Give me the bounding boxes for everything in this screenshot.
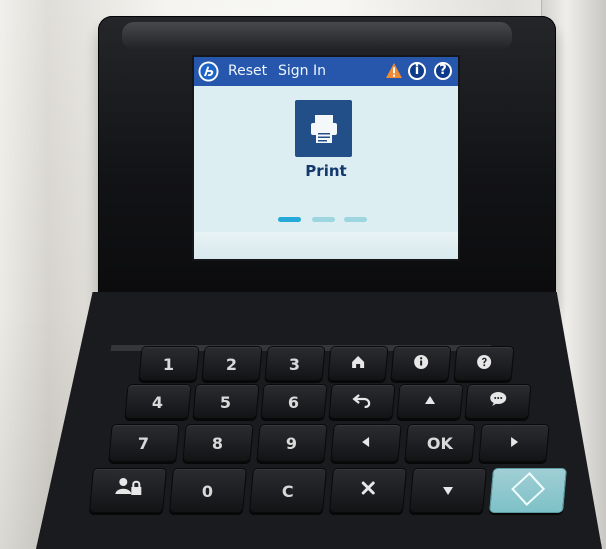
- clear-key[interactable]: C: [249, 468, 327, 513]
- key-1[interactable]: 1: [138, 346, 200, 381]
- bezel-gloss: [122, 22, 512, 50]
- page-dot-3: [344, 217, 367, 222]
- help-key[interactable]: [453, 346, 515, 381]
- chat-icon: [490, 392, 507, 406]
- down-arrow-key[interactable]: [409, 468, 487, 513]
- key-5[interactable]: 5: [192, 384, 260, 419]
- info-circle-icon: [414, 355, 429, 369]
- home-icon: [352, 356, 365, 368]
- user-lock-icon: [115, 478, 142, 495]
- help-icon[interactable]: ?: [434, 62, 452, 80]
- info-icon[interactable]: i: [408, 62, 426, 80]
- page-dot-1: [278, 217, 301, 222]
- screen-top-bar: Reset Sign In i ?: [194, 57, 458, 86]
- touchscreen[interactable]: Reset Sign In i ? Print: [194, 57, 458, 259]
- info-key[interactable]: [390, 346, 452, 381]
- user-lock-key[interactable]: [89, 468, 167, 513]
- hp-logo: [198, 61, 219, 82]
- print-tile[interactable]: [295, 100, 352, 157]
- down-arrow-icon: [443, 487, 454, 495]
- start-key[interactable]: [489, 468, 567, 513]
- ok-key[interactable]: OK: [404, 424, 476, 462]
- print-label: Print: [305, 162, 347, 180]
- home-key[interactable]: [327, 346, 389, 381]
- key-4[interactable]: 4: [124, 384, 192, 419]
- page-dot-2: [312, 217, 335, 222]
- key-8[interactable]: 8: [182, 424, 254, 462]
- page-indicator: [278, 217, 376, 225]
- start-icon: [511, 472, 546, 506]
- help-circle-icon: [477, 355, 492, 369]
- left-arrow-icon: [362, 437, 370, 447]
- printer-control-panel-scene: Reset Sign In i ? Print 1 2 3 4 5 6 7 8 …: [0, 0, 606, 549]
- key-0[interactable]: 0: [169, 468, 247, 513]
- printer-icon: [311, 115, 337, 143]
- chat-key[interactable]: [464, 384, 532, 419]
- cancel-key[interactable]: [329, 468, 407, 513]
- up-arrow-icon: [425, 396, 436, 404]
- key-9[interactable]: 9: [256, 424, 328, 462]
- key-7[interactable]: 7: [108, 424, 180, 462]
- back-key[interactable]: [328, 384, 396, 419]
- back-icon: [352, 394, 371, 408]
- warning-icon[interactable]: [385, 62, 403, 80]
- right-arrow-icon: [511, 437, 519, 447]
- screen-footer: [194, 232, 458, 259]
- sign-in-button[interactable]: Sign In: [278, 63, 326, 79]
- key-3[interactable]: 3: [264, 346, 326, 381]
- close-icon: [361, 481, 375, 495]
- key-2[interactable]: 2: [201, 346, 263, 381]
- up-arrow-key[interactable]: [396, 384, 464, 419]
- right-arrow-key[interactable]: [478, 424, 550, 462]
- left-arrow-key[interactable]: [330, 424, 402, 462]
- key-6[interactable]: 6: [260, 384, 328, 419]
- reset-button[interactable]: Reset: [228, 63, 267, 79]
- hardware-keypad: 1 2 3 4 5 6 7 8 9 OK 0 C: [82, 346, 567, 536]
